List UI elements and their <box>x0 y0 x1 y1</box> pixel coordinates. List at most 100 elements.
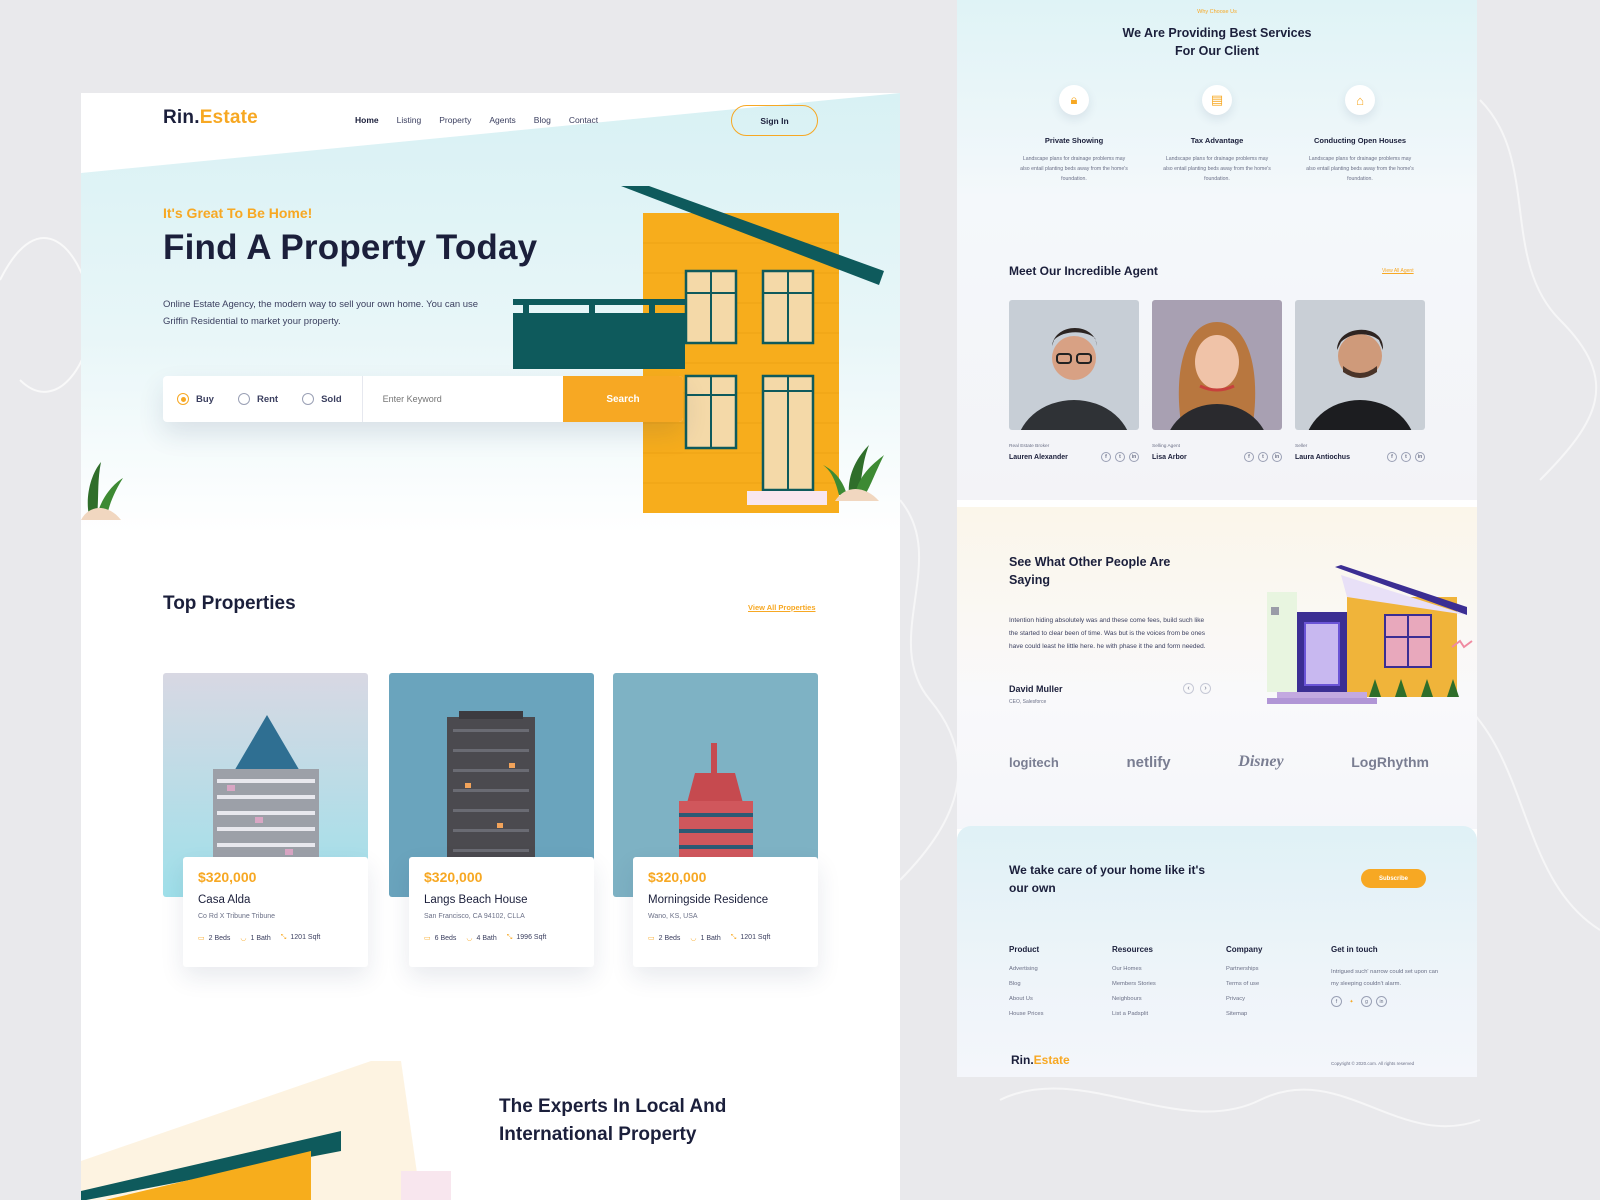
radio-buy-label: Buy <box>196 393 214 405</box>
footer-brand-part2: Estate <box>1033 1053 1070 1067</box>
property-address: Wano, KS, USA <box>648 913 698 920</box>
agent-social: f t in <box>1387 452 1425 462</box>
footer-contact-text: Intrigued such' narrow could set upon ca… <box>1331 969 1439 987</box>
agent-card[interactable]: Real Estate Broker Lauren Alexander f t in <box>1009 300 1139 462</box>
brand-logo[interactable]: Rin.Estate <box>163 107 258 129</box>
experts-title: The Experts In Local And International P… <box>499 1096 727 1145</box>
footer-brand-part1: Rin. <box>1011 1053 1034 1067</box>
service-card: ▤ Tax Advantage Landscape plans for drai… <box>1152 85 1282 184</box>
prev-arrow-icon[interactable]: ‹ <box>1183 683 1194 694</box>
document-icon: ▤ <box>1202 85 1232 115</box>
service-desc: Landscape plans for drainage problems ma… <box>1306 156 1414 182</box>
nav-home[interactable]: Home <box>355 115 379 125</box>
twitter-icon[interactable]: t <box>1258 452 1268 462</box>
area-icon: ⤡ <box>506 934 513 941</box>
search-button[interactable]: Search <box>563 376 683 422</box>
logrhythm-logo: LogRhythm <box>1351 754 1429 770</box>
agent-role: Selling Agent <box>1152 444 1181 449</box>
landing-page-mockup-continued: Why Choose Us We Are Providing Best Serv… <box>957 0 1477 1077</box>
agent-card[interactable]: Selling Agent Lisa Arbor f t in <box>1152 300 1282 462</box>
keyword-input[interactable] <box>382 394 543 404</box>
footer-brand-logo[interactable]: Rin.Estate <box>1011 1053 1070 1067</box>
footer-link[interactable]: Partnerships <box>1226 966 1262 972</box>
testimonial-house-illustration <box>1267 565 1473 704</box>
bed-icon: ▭ <box>198 935 205 942</box>
plant-left <box>81 462 123 520</box>
facebook-icon[interactable]: f <box>1101 452 1111 462</box>
radio-buy-indicator <box>177 393 189 405</box>
linkedin-icon[interactable]: in <box>1272 452 1282 462</box>
footer-link[interactable]: Terms of use <box>1226 981 1262 987</box>
linkedin-icon[interactable]: in <box>1129 452 1139 462</box>
nav-contact[interactable]: Contact <box>569 115 598 125</box>
property-features: ▭ 2 Beds ◡ 1 Bath ⤡ 1201 Sqft <box>648 934 803 942</box>
lock-icon: 🔒︎ <box>1059 85 1089 115</box>
facebook-icon[interactable]: f <box>1331 996 1342 1007</box>
view-all-properties-link[interactable]: View All Properties <box>748 603 816 612</box>
footer-link[interactable]: Our Homes <box>1112 966 1156 972</box>
property-card[interactable]: $320,000 Morningside Residence Wano, KS,… <box>613 673 818 969</box>
sign-in-button[interactable]: Sign In <box>731 105 818 136</box>
property-address: Co Rd X Tribune Tribune <box>198 913 276 920</box>
bath-icon: ◡ <box>690 935 697 942</box>
netlify-logo: netlify <box>1126 753 1171 771</box>
footer-link[interactable]: Advertising <box>1009 966 1043 972</box>
twitter-icon[interactable]: ✦ <box>1346 996 1357 1007</box>
brand-logo-part1: Rin. <box>163 107 200 128</box>
nav-blog[interactable]: Blog <box>534 115 551 125</box>
linkedin-icon[interactable]: in <box>1376 996 1387 1007</box>
footer-link[interactable]: House Prices <box>1009 1011 1043 1017</box>
radio-buy[interactable]: Buy <box>177 393 214 405</box>
footer-contact-title: Get in touch <box>1331 945 1378 954</box>
footer-column-contact: Get in touch Intrigued such' narrow coul… <box>1331 945 1441 1007</box>
radio-sold[interactable]: Sold <box>302 393 342 405</box>
radio-rent-label: Rent <box>256 393 279 405</box>
next-arrow-icon[interactable]: › <box>1200 683 1211 694</box>
agent-role: Seller <box>1295 444 1308 449</box>
agent-name: Lauren Alexander <box>1009 453 1068 461</box>
testimonial-author: David Muller <box>1009 684 1063 694</box>
nav-agents[interactable]: Agents <box>489 115 515 125</box>
radio-rent[interactable]: Rent <box>237 393 279 405</box>
copyright-text: Copyright © 2020.com. All rights reserve… <box>1331 1061 1415 1066</box>
footer-column-resources: Resources Our Homes Members Stories Neig… <box>1112 945 1156 1026</box>
property-name: Langs Beach House <box>424 894 528 906</box>
property-baths: 4 Bath <box>476 935 497 942</box>
property-card[interactable]: $320,000 Casa Alda Co Rd X Tribune Tribu… <box>163 673 368 969</box>
nav-listing[interactable]: Listing <box>397 115 422 125</box>
services-title: We Are Providing Best Services For Our C… <box>957 24 1477 60</box>
testimonial-title: See What Other People Are Saying <box>1009 555 1171 587</box>
avatar <box>1295 300 1425 430</box>
footer-link[interactable]: Members Stories <box>1112 981 1156 987</box>
footer-column-title: Product <box>1009 945 1040 954</box>
why-choose-us-eyebrow: Why Choose Us <box>1197 9 1237 15</box>
footer-link[interactable]: Sitemap <box>1226 1011 1262 1017</box>
property-price: $320,000 <box>648 869 707 885</box>
twitter-icon[interactable]: t <box>1401 452 1411 462</box>
property-card[interactable]: $320,000 Langs Beach House San Francisco… <box>389 673 594 969</box>
footer-link[interactable]: Privacy <box>1226 996 1262 1002</box>
nav-property[interactable]: Property <box>439 115 471 125</box>
view-all-agents-link[interactable]: View All Agent <box>1382 268 1414 274</box>
service-desc: Landscape plans for drainage problems ma… <box>1163 156 1271 182</box>
linkedin-icon[interactable]: in <box>1415 452 1425 462</box>
footer-link[interactable]: Blog <box>1009 981 1043 987</box>
area-icon: ⤡ <box>280 934 287 941</box>
agent-card[interactable]: Seller Laura Antiochus f t in <box>1295 300 1425 462</box>
agent-name: Laura Antiochus <box>1295 453 1350 461</box>
google-plus-icon[interactable]: g <box>1361 996 1372 1007</box>
twitter-icon[interactable]: t <box>1115 452 1125 462</box>
agents-title: Meet Our Incredible Agent <box>1009 264 1158 278</box>
bed-icon: ▭ <box>424 935 431 942</box>
service-card: ⌂ Conducting Open Houses Landscape plans… <box>1295 85 1425 184</box>
agent-name-row: Lauren Alexander f t in <box>1009 452 1139 462</box>
radio-rent-indicator <box>237 393 250 405</box>
subscribe-button[interactable]: Subscribe <box>1361 869 1426 888</box>
facebook-icon[interactable]: f <box>1387 452 1397 462</box>
footer-link[interactable]: Neighbours <box>1112 996 1156 1002</box>
agent-name: Lisa Arbor <box>1152 453 1187 461</box>
footer-link[interactable]: About Us <box>1009 996 1043 1002</box>
property-area: 1201 Sqft <box>290 934 321 941</box>
footer-link[interactable]: List a Padsplit <box>1112 1011 1156 1017</box>
facebook-icon[interactable]: f <box>1244 452 1254 462</box>
